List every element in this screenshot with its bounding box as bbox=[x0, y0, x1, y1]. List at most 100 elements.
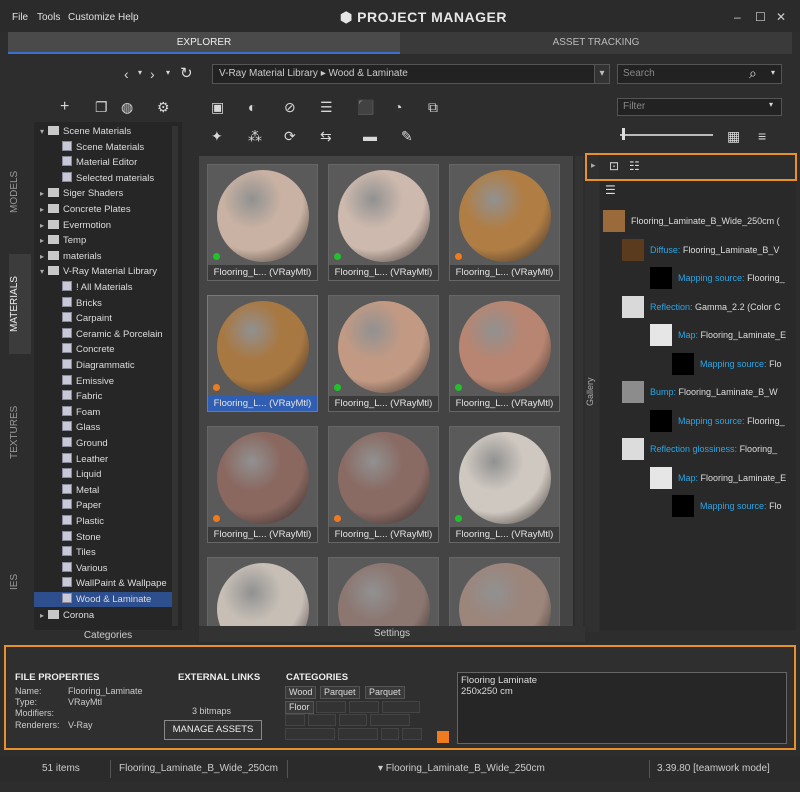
refresh-icon[interactable]: ↻ bbox=[180, 64, 193, 82]
collapsed-arrow-icon[interactable]: ▸ bbox=[40, 608, 48, 623]
path-dropdown-icon[interactable]: ▾ bbox=[594, 64, 610, 84]
preview-icon[interactable]: ⊡ bbox=[609, 159, 619, 173]
menu-file[interactable]: File bbox=[12, 12, 28, 23]
property-row[interactable]: Bump: Flooring_Laminate_B_W bbox=[650, 381, 778, 403]
material-card[interactable]: Flooring_L... (VRayMtl) bbox=[449, 295, 560, 412]
tree-item[interactable]: ▾ Scene Materials bbox=[34, 124, 172, 139]
tree-item[interactable]: Fabric bbox=[34, 389, 172, 404]
texture-thumbnail[interactable] bbox=[622, 438, 644, 460]
manage-assets-button[interactable]: MANAGE ASSETS bbox=[164, 720, 262, 740]
maximize-button[interactable]: ☐ bbox=[755, 10, 766, 24]
tab-textures[interactable]: TEXTURES bbox=[9, 382, 31, 482]
property-row[interactable]: Mapping source: Flo bbox=[700, 353, 782, 375]
apply-material-icon[interactable]: ✦ bbox=[211, 128, 223, 145]
edit-icon[interactable]: ✎ bbox=[401, 128, 413, 145]
property-row[interactable]: Map: Flooring_Laminate_E bbox=[678, 467, 786, 489]
menu-tools[interactable]: Tools bbox=[37, 12, 60, 23]
property-row[interactable]: Reflection: Gamma_2.2 (Color C bbox=[650, 296, 781, 318]
tab-ies[interactable]: IES bbox=[9, 552, 31, 612]
tree-item[interactable]: Selected materials bbox=[34, 171, 172, 186]
texture-thumbnail[interactable] bbox=[650, 324, 672, 346]
tree-item[interactable]: Paper bbox=[34, 498, 172, 513]
category-slot[interactable] bbox=[285, 714, 305, 726]
zoom-slider-handle[interactable] bbox=[622, 128, 625, 140]
tree-item[interactable]: Material Editor bbox=[34, 155, 172, 170]
menu-customize[interactable]: Customize bbox=[68, 12, 115, 23]
property-row[interactable]: Mapping source: Flo bbox=[700, 495, 782, 517]
tab-models[interactable]: MODELS bbox=[9, 142, 31, 242]
copy-icon[interactable]: ⧉ bbox=[428, 99, 438, 116]
collapse-icon[interactable]: ▸ bbox=[591, 160, 596, 171]
tree-item[interactable]: WallPaint & Wallpape bbox=[34, 576, 172, 591]
texture-thumbnail[interactable] bbox=[650, 466, 672, 489]
tree-item[interactable]: Ground bbox=[34, 436, 172, 451]
grid-scrollbar[interactable] bbox=[575, 156, 583, 626]
notes-textarea[interactable]: Flooring Laminate 250x250 cm bbox=[457, 672, 787, 744]
property-row[interactable]: Flooring_Laminate_B_Wide_250cm ( bbox=[631, 210, 780, 232]
tree-item[interactable]: Ceramic & Porcelain bbox=[34, 327, 172, 342]
replace-icon[interactable]: ⇆ bbox=[320, 128, 332, 145]
path-breadcrumb[interactable]: V-Ray Material Library ▸ Wood & Laminate bbox=[212, 64, 607, 84]
collapsed-arrow-icon[interactable]: ▸ bbox=[40, 218, 48, 233]
collapsed-arrow-icon[interactable]: ▸ bbox=[40, 202, 48, 217]
category-color-swatch[interactable] bbox=[437, 731, 449, 743]
tree-item[interactable]: Liquid bbox=[34, 467, 172, 482]
chevron-down-icon[interactable]: ▾ bbox=[138, 68, 142, 77]
tree-item[interactable]: ▸ Evermotion bbox=[34, 218, 172, 233]
filter-input[interactable]: Filter bbox=[617, 98, 782, 116]
expanded-arrow-icon[interactable]: ▾ bbox=[40, 124, 48, 139]
collapsed-arrow-icon[interactable]: ▸ bbox=[40, 249, 48, 264]
texture-thumbnail[interactable] bbox=[603, 210, 625, 232]
category-slot[interactable] bbox=[382, 701, 420, 713]
property-row[interactable]: Mapping source: Flooring_ bbox=[678, 267, 785, 289]
tree-item[interactable]: Emissive bbox=[34, 374, 172, 389]
category-slot[interactable] bbox=[338, 728, 378, 740]
collapsed-arrow-icon[interactable]: ▸ bbox=[40, 233, 48, 248]
back-icon[interactable]: ‹ bbox=[124, 66, 129, 82]
tree-item[interactable]: Plastic bbox=[34, 514, 172, 529]
pie-icon[interactable]: ◔ bbox=[394, 99, 402, 115]
category-slot[interactable] bbox=[370, 714, 410, 726]
material-card[interactable]: Flooring_L... (VRayMtl) bbox=[207, 426, 318, 543]
category-tag[interactable]: Floor bbox=[285, 701, 314, 714]
tree-item[interactable]: Tiles bbox=[34, 545, 172, 560]
chevron-down-icon[interactable]: ▾ bbox=[166, 68, 170, 77]
property-row[interactable]: Reflection glossiness: Flooring_ bbox=[650, 438, 777, 460]
tree-item[interactable]: Concrete bbox=[34, 342, 172, 357]
gear-icon[interactable]: ⚙ bbox=[157, 99, 170, 116]
close-button[interactable]: ✕ bbox=[776, 10, 786, 24]
tree-item[interactable]: Wood & Laminate bbox=[34, 592, 172, 607]
menu-help[interactable]: Help bbox=[118, 12, 139, 23]
shading-icon[interactable]: ◐ bbox=[248, 99, 256, 115]
tree-item[interactable]: ▸ Concrete Plates bbox=[34, 202, 172, 217]
tree-item[interactable]: ! All Materials bbox=[34, 280, 172, 295]
search-icon[interactable]: ⌕ bbox=[749, 65, 757, 82]
tree-scrollbar[interactable] bbox=[172, 126, 178, 626]
material-card[interactable]: Flooring_L... (VRayMtl) bbox=[328, 426, 439, 543]
sync-icon[interactable]: ⟳ bbox=[284, 128, 296, 145]
tree-item[interactable]: Stone bbox=[34, 530, 172, 545]
tree-item[interactable]: Metal bbox=[34, 483, 172, 498]
sort-icon[interactable]: ≡ bbox=[758, 128, 766, 144]
tree-item[interactable]: Foam bbox=[34, 405, 172, 420]
texture-thumbnail[interactable] bbox=[622, 295, 644, 318]
category-tag[interactable]: Wood bbox=[285, 686, 317, 699]
material-card[interactable]: Flooring_L... (VRayMtl) bbox=[207, 295, 318, 412]
tree-footer[interactable]: Categories bbox=[34, 628, 182, 644]
material-card[interactable] bbox=[449, 557, 560, 626]
list-icon[interactable]: ☰ bbox=[320, 99, 333, 116]
minimize-button[interactable]: – bbox=[734, 10, 741, 24]
current-path[interactable]: ▾ Flooring_Laminate_B_Wide_250cm bbox=[378, 763, 545, 774]
material-card[interactable]: Flooring_L... (VRayMtl) bbox=[328, 295, 439, 412]
list-options-icon[interactable]: ☰ bbox=[605, 183, 616, 197]
material-card[interactable]: Flooring_L... (VRayMtl) bbox=[449, 426, 560, 543]
tree-item[interactable]: ▸ Corona bbox=[34, 608, 172, 623]
tree-item[interactable]: ▸ materials bbox=[34, 249, 172, 264]
material-card[interactable] bbox=[207, 557, 318, 626]
texture-thumbnail[interactable] bbox=[672, 495, 694, 517]
tree-item[interactable]: ▸ Siger Shaders bbox=[34, 186, 172, 201]
category-slot[interactable] bbox=[402, 728, 422, 740]
category-slot[interactable] bbox=[308, 714, 336, 726]
material-card[interactable]: Flooring_L... (VRayMtl) bbox=[207, 164, 318, 281]
tree-item[interactable]: ▸ Temp bbox=[34, 233, 172, 248]
